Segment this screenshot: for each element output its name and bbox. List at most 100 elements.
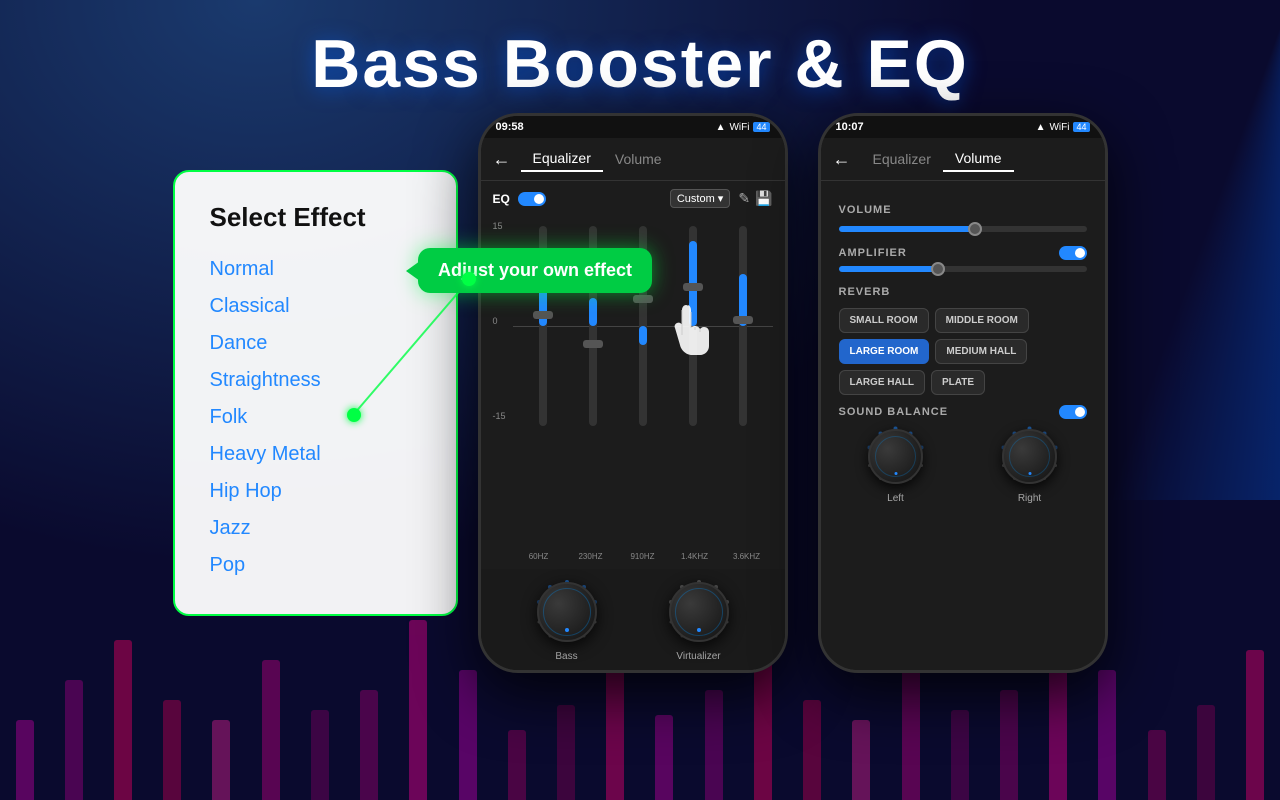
freq-label-0: 60HZ	[521, 552, 557, 561]
scale-0: 0	[493, 316, 506, 326]
left-balance-knob-dot	[894, 472, 897, 475]
right-phone-header: ← Equalizer Volume	[821, 138, 1105, 181]
reverb-label: REVERB	[839, 286, 1087, 298]
edit-icon[interactable]: ✎	[738, 190, 750, 207]
left-status-icons: ▲ WiFi 44	[716, 122, 770, 133]
right-phone-screen: 10:07 ▲ WiFi 44 ← Equalizer Volume V	[821, 116, 1105, 670]
effect-item-normal[interactable]: Normal	[210, 251, 421, 288]
virtualizer-knob[interactable]	[669, 582, 729, 642]
eq-action-icons: ✎ 💾	[738, 190, 772, 207]
eq-slider-thumb-neg-2[interactable]	[633, 295, 653, 303]
effect-items-list: NormalClassicalDanceStraightnessFolkHeav…	[210, 251, 421, 584]
effect-item-folk[interactable]: Folk	[210, 399, 421, 436]
freq-label-3: 1.4KHZ	[677, 552, 713, 561]
tab-volume-right[interactable]: Volume	[943, 146, 1014, 172]
volume-slider-fill	[839, 226, 975, 232]
left-status-bar: 09:58 ▲ WiFi 44	[481, 116, 785, 138]
freq-labels: 60HZ230HZ910HZ1.4KHZ3.6KHZ	[513, 552, 773, 561]
green-dot-card-indicator	[347, 408, 361, 422]
right-status-icons: ▲ WiFi 44	[1036, 122, 1090, 133]
volume-slider-track[interactable]	[839, 226, 1087, 232]
bass-label: Bass	[555, 651, 577, 662]
amplifier-slider-thumb[interactable]	[931, 262, 945, 276]
preset-label: Custom	[677, 193, 715, 205]
battery-icon: 44	[753, 122, 769, 132]
eq-slider-fill-neg-2	[639, 326, 647, 345]
preset-dropdown[interactable]: Custom ▾	[670, 189, 730, 208]
tab-volume-left[interactable]: Volume	[603, 147, 674, 171]
effect-item-jazz[interactable]: Jazz	[210, 510, 421, 547]
right-status-bar: 10:07 ▲ WiFi 44	[821, 116, 1105, 138]
bass-knob-wrapper	[532, 577, 602, 647]
right-back-button[interactable]: ←	[833, 149, 851, 170]
scale-15-top: 15	[493, 221, 506, 231]
sound-balance-header: SOUND BALANCE	[839, 405, 1087, 419]
bass-knob-dot	[565, 628, 569, 632]
signal-icon: ▲	[716, 122, 726, 133]
amplifier-label: AMPLIFIER	[839, 247, 907, 259]
eq-toggle[interactable]	[518, 192, 546, 206]
right-balance-knob[interactable]	[1002, 429, 1057, 484]
eq-slider-thumb-4[interactable]	[733, 316, 753, 324]
reverb-btn-large-hall[interactable]: LARGE HALL	[839, 370, 925, 395]
virtualizer-label: Virtualizer	[676, 651, 720, 662]
volume-slider-thumb[interactable]	[968, 222, 982, 236]
green-dot-eq-indicator	[462, 272, 476, 286]
reverb-btn-middle-room[interactable]: MIDDLE ROOM	[935, 308, 1029, 333]
effect-item-heavy-metal[interactable]: Heavy Metal	[210, 436, 421, 473]
save-icon[interactable]: 💾	[755, 190, 772, 207]
reverb-btn-plate[interactable]: PLATE	[931, 370, 985, 395]
effect-item-hip-hop[interactable]: Hip Hop	[210, 473, 421, 510]
reverb-btn-large-room[interactable]: LARGE ROOM	[839, 339, 930, 364]
tab-equalizer-right[interactable]: Equalizer	[861, 147, 943, 171]
effect-item-pop[interactable]: Pop	[210, 547, 421, 584]
effect-item-dance[interactable]: Dance	[210, 325, 421, 362]
bass-knob-col: Bass	[532, 577, 602, 662]
bass-knob[interactable]	[537, 582, 597, 642]
right-phone: 10:07 ▲ WiFi 44 ← Equalizer Volume V	[818, 113, 1108, 673]
right-status-time: 10:07	[836, 121, 864, 133]
eq-toggle-row: EQ Custom ▾ ✎ 💾	[493, 189, 773, 208]
right-battery-icon: 44	[1073, 122, 1089, 132]
right-balance-knob-dot	[1028, 472, 1031, 475]
left-balance-knob[interactable]	[868, 429, 923, 484]
select-effect-title: Select Effect	[210, 202, 421, 233]
amplifier-slider-track[interactable]	[839, 266, 1087, 272]
eq-slider-track-4[interactable]	[739, 226, 747, 426]
tab-equalizer-left[interactable]: Equalizer	[521, 146, 603, 172]
left-balance-knob-wrap	[863, 424, 928, 489]
back-button[interactable]: ←	[493, 149, 511, 170]
virtualizer-knob-wrapper	[664, 577, 734, 647]
effect-item-classical[interactable]: Classical	[210, 288, 421, 325]
effect-item-straightness[interactable]: Straightness	[210, 362, 421, 399]
eq-slider-col-4	[725, 216, 761, 436]
eq-slider-thumb-0[interactable]	[533, 311, 553, 319]
left-balance-label: Left	[887, 493, 904, 504]
main-content: Bass Booster & EQ Select Effect NormalCl…	[0, 0, 1280, 800]
page-title: Bass Booster & EQ	[311, 25, 969, 103]
right-balance-label: Right	[1018, 493, 1041, 504]
sound-balance-label: SOUND BALANCE	[839, 406, 949, 418]
eq-slider-thumb-3[interactable]	[683, 283, 703, 291]
sound-balance-toggle[interactable]	[1059, 405, 1087, 419]
left-status-time: 09:58	[496, 121, 524, 133]
amplifier-toggle[interactable]	[1059, 246, 1087, 260]
freq-label-1: 230HZ	[573, 552, 609, 561]
reverb-btn-medium-hall[interactable]: MEDIUM HALL	[935, 339, 1027, 364]
eq-slider-fill-1	[589, 298, 597, 327]
reverb-buttons: SMALL ROOMMIDDLE ROOMLARGE ROOMMEDIUM HA…	[839, 308, 1087, 395]
amplifier-section-header: AMPLIFIER	[839, 246, 1087, 260]
amplifier-slider-fill	[839, 266, 938, 272]
eq-slider-track-3[interactable]	[689, 226, 697, 426]
left-phone-screen: 09:58 ▲ WiFi 44 ← Equalizer Volume	[481, 116, 785, 670]
sound-balance-knobs: Left	[839, 424, 1087, 504]
volume-label: VOLUME	[839, 204, 1087, 216]
wifi-icon: WiFi	[729, 122, 749, 133]
freq-label-2: 910HZ	[625, 552, 661, 561]
right-balance-knob-wrap	[997, 424, 1062, 489]
reverb-btn-small-room[interactable]: SMALL ROOM	[839, 308, 929, 333]
amplifier-slider-row	[839, 266, 1087, 272]
eq-slider-thumb-1[interactable]	[583, 340, 603, 348]
right-signal-icon: ▲	[1036, 122, 1046, 133]
left-phone: 09:58 ▲ WiFi 44 ← Equalizer Volume	[478, 113, 788, 673]
